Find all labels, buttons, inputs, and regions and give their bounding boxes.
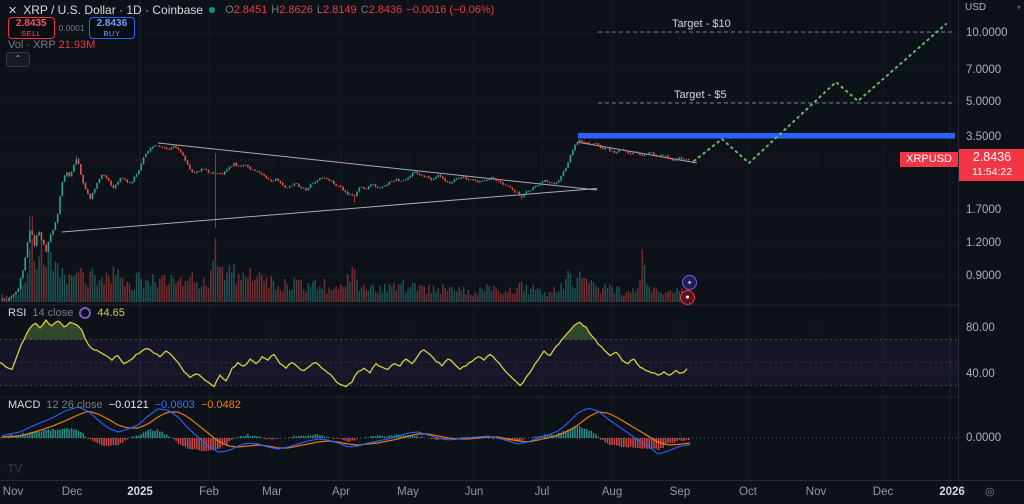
time-axis-label: Oct (739, 486, 757, 498)
current-price-badge[interactable]: 2.8436 11:54:22 (959, 149, 1024, 181)
rsi-color-ring-icon (79, 307, 91, 319)
time-axis[interactable]: Nov Dec 2025 Feb Mar Apr May Jun Jul Aug Sep Oct Nov… (0, 480, 1024, 504)
time-axis-label: Nov (3, 486, 23, 498)
time-axis-label: Jul (535, 486, 550, 498)
price-axis-label: 1.7000 (966, 204, 1001, 216)
event-marker-icon[interactable]: ● (680, 290, 695, 305)
macd-line-value: −0.0603 (155, 399, 195, 411)
trade-buttons: 2.8435 SELL 0.0001 2.8436 BUY (8, 17, 135, 39)
chart-canvas[interactable]: ✕ XRP / U.S. Dollar · 1D · Coinbase O2.8… (0, 0, 958, 480)
chevron-down-icon: ▾ (1017, 3, 1021, 12)
time-axis-label: Sep (670, 486, 690, 498)
price-axis-label: 80.00 (966, 322, 995, 334)
sell-button[interactable]: 2.8435 SELL (8, 17, 55, 39)
price-axis-label: 0.9000 (966, 270, 1001, 282)
price-axis-label: 1.2000 (966, 237, 1001, 249)
tradingview-chart-window: ✕ XRP / U.S. Dollar · 1D · Coinbase O2.8… (0, 0, 1024, 504)
ohlc-values: O2.8451 H2.8626 L2.8149 C2.8436 −0.0016 … (225, 4, 494, 16)
countdown-timer: 11:54:22 (959, 166, 1024, 179)
collapse-legend-button[interactable]: ⌃ (6, 52, 30, 67)
macd-signal-value: −0.0482 (201, 399, 241, 411)
time-axis-label: Aug (602, 486, 622, 498)
time-axis-label: Dec (873, 486, 893, 498)
buy-button[interactable]: 2.8436 BUY (89, 17, 136, 39)
time-axis-label: Feb (199, 486, 219, 498)
target-5-label[interactable]: Target - $5 (674, 89, 727, 101)
time-axis-label: Apr (332, 486, 350, 498)
symbol-price-tag: XRPUSD (900, 152, 958, 167)
spread-value: 0.0001 (59, 23, 85, 33)
alert-marker-icon[interactable]: ✦ (682, 275, 697, 290)
xrp-logo-icon: ✕ (8, 4, 17, 17)
price-axis-label: 3.5000 (966, 131, 1001, 143)
time-axis-label: Nov (806, 486, 826, 498)
price-axis-label: 40.00 (966, 368, 995, 380)
price-axis-label: 7.0000 (966, 64, 1001, 76)
target-10-label[interactable]: Target - $10 (672, 18, 731, 30)
currency-button[interactable]: USD (965, 2, 986, 13)
timezone-settings-icon[interactable]: ◎ (985, 485, 995, 498)
rsi-indicator-legend[interactable]: RSI 14 close 44.65 (8, 307, 125, 319)
price-axis-label: 0.0000 (966, 432, 1001, 444)
macd-indicator-legend[interactable]: MACD 12 26 close −0.0121 −0.0603 −0.0482 (8, 399, 241, 411)
macd-hist-value: −0.0121 (109, 399, 149, 411)
price-axis-label: 10.0000 (966, 27, 1008, 39)
price-axis[interactable]: USD ▾ 10.0000 7.0000 5.0000 3.5000 1.7000 1.2… (958, 0, 1024, 480)
price-axis-label: 5.0000 (966, 96, 1001, 108)
tradingview-watermark-logo: TV (7, 461, 22, 476)
time-axis-label: Jun (465, 486, 484, 498)
volume-legend: Vol · XRP 21.93M (8, 39, 95, 51)
time-axis-label: 2026 (939, 486, 965, 498)
time-axis-label: Mar (262, 486, 282, 498)
symbol-legend[interactable]: ✕ XRP / U.S. Dollar · 1D · Coinbase O2.8… (8, 3, 494, 17)
market-status-icon (209, 7, 215, 13)
time-axis-label: 2025 (127, 486, 153, 498)
symbol-title[interactable]: XRP / U.S. Dollar · 1D · Coinbase (23, 3, 203, 17)
change-value: −0.0016 (−0.06%) (406, 4, 494, 16)
time-axis-label: May (397, 486, 419, 498)
time-axis-label: Dec (62, 486, 82, 498)
current-price: 2.8436 (959, 149, 1024, 166)
